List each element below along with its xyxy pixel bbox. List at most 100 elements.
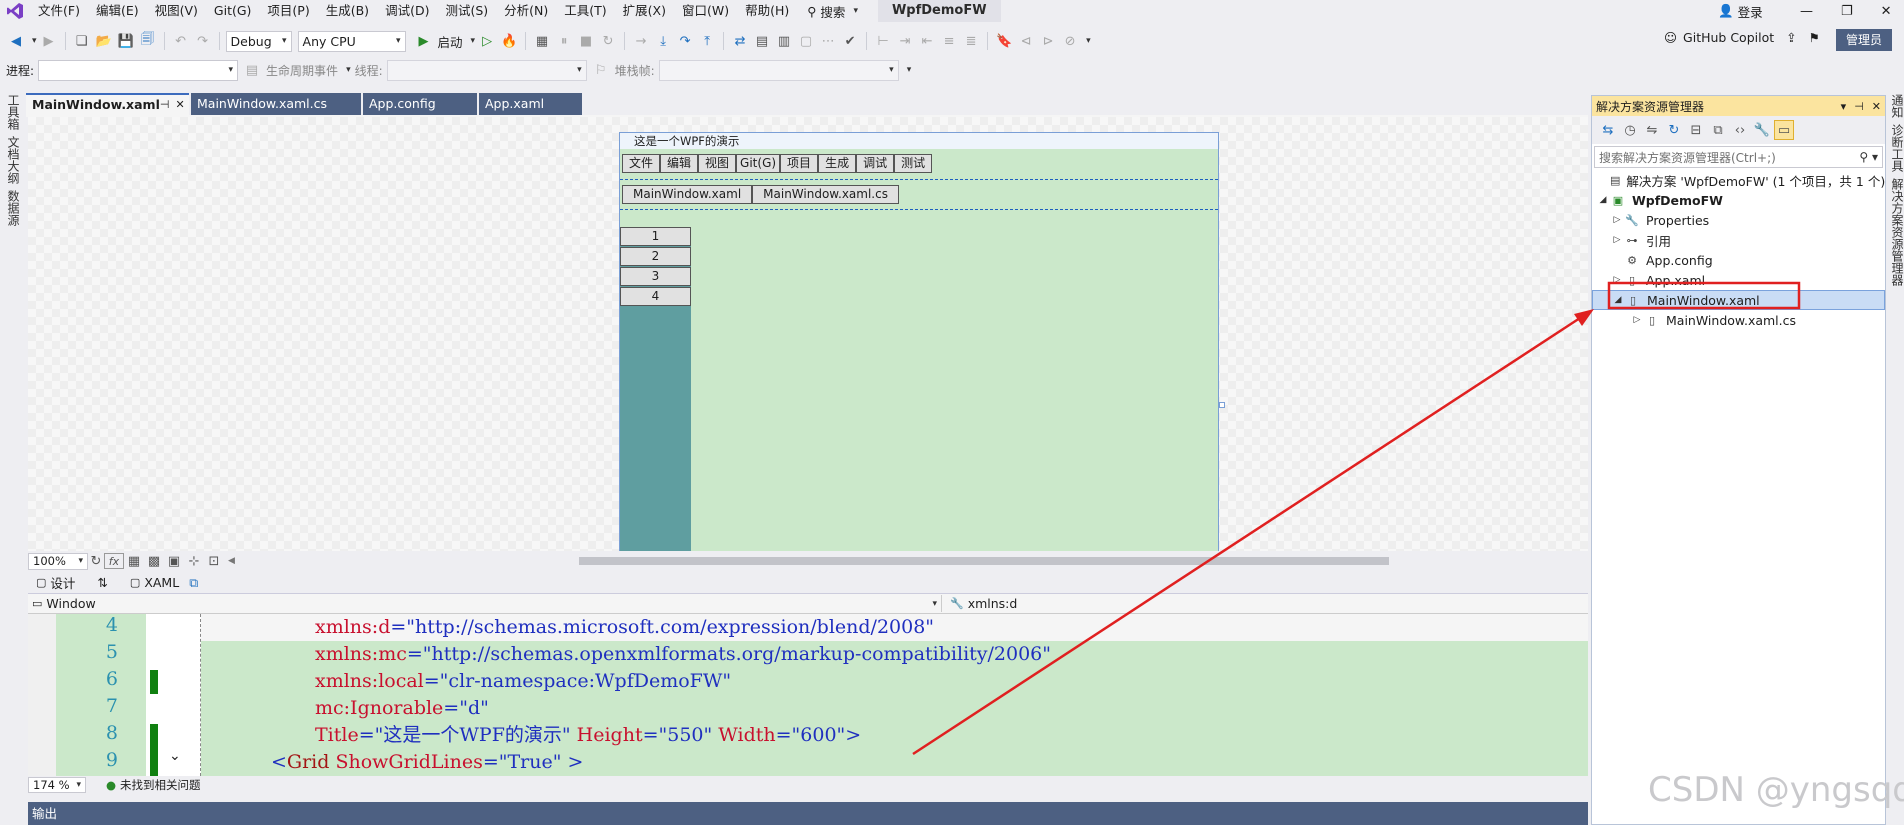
collapse-icon[interactable]: ⌄ — [169, 748, 181, 764]
chevron-down-icon[interactable]: ▾ — [1086, 36, 1091, 46]
properties-icon[interactable]: 🔧 — [1752, 120, 1772, 140]
minimize-icon[interactable]: — — [1800, 4, 1813, 19]
lifecycle-events-label[interactable]: 生命周期事件 — [266, 62, 338, 79]
effects-icon[interactable]: fx — [104, 553, 124, 569]
search-button[interactable]: ⚲ 搜索 ▾ — [797, 2, 868, 21]
spell-check-icon[interactable]: ✔ — [840, 31, 860, 51]
design-tab[interactable]: ▢ 设计 — [36, 573, 75, 592]
tree-item-properties[interactable]: ▷ 🔧 Properties — [1592, 210, 1885, 230]
menu-test[interactable]: 测试(S) — [437, 0, 496, 22]
forward-icon[interactable]: ▶ — [39, 31, 59, 51]
xaml-code-editor[interactable]: 4 5 6 7 8 9 ⌄ xmlns:d="http://schemas.mi… — [28, 614, 1588, 776]
tab-app-xaml[interactable]: App.xaml — [479, 93, 582, 115]
back-icon[interactable]: ◀ — [6, 31, 26, 51]
horizontal-scrollbar[interactable] — [579, 557, 1389, 565]
step-over-icon[interactable]: ↷ — [675, 31, 695, 51]
collapsed-triangle-icon[interactable]: ▷ — [1610, 235, 1624, 245]
copilot-button[interactable]: ☺ GitHub Copilot ⇪ ⚑ — [1664, 30, 1820, 45]
xaml-tab[interactable]: ▢ XAML — [130, 575, 179, 590]
resize-handle[interactable] — [1219, 402, 1225, 408]
close-icon[interactable]: ✕ — [175, 94, 184, 116]
wpf-button-view[interactable]: 视图 — [698, 154, 737, 173]
undo-icon[interactable]: ↶ — [171, 31, 191, 51]
show-all-files-icon[interactable]: ⧉ — [1708, 120, 1728, 140]
notifications-tab[interactable]: 通知 — [1889, 94, 1904, 118]
diagnostic-icon[interactable]: ▥ — [774, 31, 794, 51]
wpf-button-git[interactable]: Git(G) — [736, 154, 781, 173]
menu-debug[interactable]: 调试(D) — [377, 0, 437, 22]
snap-grid-icon[interactable]: ▩ — [144, 551, 164, 571]
wpf-button-project[interactable]: 项目 — [780, 154, 819, 173]
swap-panes-icon[interactable]: ⇅ — [97, 575, 107, 590]
wpf-button-test[interactable]: 测试 — [894, 154, 933, 173]
tree-item-mainwindow-xaml-cs[interactable]: ▷ ▯ MainWindow.xaml.cs — [1592, 310, 1885, 330]
configuration-select[interactable]: Debug ▾ — [225, 30, 292, 52]
menu-tools[interactable]: 工具(T) — [556, 0, 614, 22]
menu-help[interactable]: 帮助(H) — [737, 0, 797, 22]
sync-icon[interactable]: ⇋ — [1642, 120, 1662, 140]
next-bookmark-icon[interactable]: ⊳ — [1038, 31, 1058, 51]
menu-edit[interactable]: 编辑(E) — [88, 0, 147, 22]
preview-icon[interactable]: ▭ — [1774, 120, 1794, 140]
member-select[interactable]: 🔧 xmlns:d — [946, 595, 1586, 612]
pause-icon[interactable]: ⏸ — [554, 31, 574, 51]
scroll-left-icon[interactable]: ◀ — [228, 556, 235, 566]
stop-icon[interactable]: ■ — [576, 31, 596, 51]
restart-icon[interactable]: ↻ — [598, 31, 618, 51]
stackframe-select[interactable]: ▾ — [658, 59, 899, 81]
output-panel-tab[interactable]: 输出 — [28, 802, 1588, 825]
view-code-icon[interactable]: ‹› — [1730, 120, 1750, 140]
tree-item-project[interactable]: ◢ ▣ WpfDemoFW — [1592, 190, 1885, 210]
save-all-icon[interactable]: 🗐 — [138, 31, 158, 51]
threads-icon[interactable]: ▤ — [752, 31, 772, 51]
prev-bookmark-icon[interactable]: ⊲ — [1016, 31, 1036, 51]
wpf-button-build[interactable]: 生成 — [818, 154, 857, 173]
wpf-tab-mainwindow-xaml[interactable]: MainWindow.xaml — [622, 185, 753, 204]
live-visual-tree-icon[interactable]: ▦ — [532, 31, 552, 51]
redo-icon[interactable]: ↷ — [193, 31, 213, 51]
new-project-icon[interactable]: ❏ — [72, 31, 92, 51]
hot-reload-icon[interactable]: 🔥 — [499, 31, 519, 51]
process-select[interactable]: ▾ — [38, 59, 239, 81]
tab-mainwindow-xaml[interactable]: MainWindow.xaml ⊣ ✕ — [26, 93, 189, 115]
designer-zoom-select[interactable]: 100% ▾ — [28, 552, 88, 570]
step-into-icon[interactable]: ⤓ — [653, 31, 673, 51]
tree-item-mainwindow-xaml[interactable]: ◢ ▯ MainWindow.xaml — [1592, 290, 1885, 310]
wpf-button-file[interactable]: 文件 — [622, 154, 661, 173]
refresh-icon[interactable]: ↻ — [1664, 120, 1684, 140]
close-icon[interactable]: ✕ — [1872, 100, 1881, 113]
menu-project[interactable]: 项目(P) — [259, 0, 317, 22]
diagnostic-tools-tab[interactable]: 诊断工具 — [1889, 124, 1904, 172]
align-icon[interactable]: ⊢ — [873, 31, 893, 51]
wpf-side-button-4[interactable]: 4 — [620, 287, 691, 306]
document-outline-tab[interactable]: 文档大纲 — [5, 136, 22, 184]
tab-app-config[interactable]: App.config — [363, 93, 477, 115]
start-without-debugging-icon[interactable]: ▷ — [477, 31, 497, 51]
switch-views-icon[interactable]: ⇆ — [1598, 120, 1618, 140]
menu-window[interactable]: 窗口(W) — [674, 0, 737, 22]
menu-git[interactable]: Git(G) — [206, 0, 260, 22]
menu-analyze[interactable]: 分析(N) — [496, 0, 556, 22]
feedback-icon[interactable]: ⚑ — [1809, 30, 1820, 45]
bookmark-icon[interactable]: 🔖 — [994, 31, 1014, 51]
popout-xaml-icon[interactable]: ⧉ — [189, 575, 198, 591]
collapsed-triangle-icon[interactable]: ▷ — [1630, 315, 1644, 325]
tab-mainwindow-xaml-cs[interactable]: MainWindow.xaml.cs — [191, 93, 361, 115]
tree-item-app-xaml[interactable]: ▷ ▯ App.xaml — [1592, 270, 1885, 290]
wpf-tab-mainwindow-xaml-cs[interactable]: MainWindow.xaml.cs — [752, 185, 899, 204]
chevron-down-icon[interactable]: ▾ — [1841, 100, 1847, 113]
chevron-down-icon[interactable]: ▾ — [346, 65, 351, 75]
wpf-window-preview[interactable]: 这是一个WPF的演示 文件 编辑 视图 Git(G) 项目 生成 调试 测试 M… — [619, 132, 1219, 552]
expanded-triangle-icon[interactable]: ◢ — [1611, 295, 1625, 305]
outdent-icon[interactable]: ⇤ — [917, 31, 937, 51]
wpf-button-debug[interactable]: 调试 — [856, 154, 895, 173]
step-out-icon[interactable]: ⤒ — [697, 31, 717, 51]
clear-bookmarks-icon[interactable]: ⊘ — [1060, 31, 1080, 51]
comment-icon[interactable]: ≡ — [939, 31, 959, 51]
collapse-all-icon[interactable]: ⊟ — [1686, 120, 1706, 140]
pin-icon[interactable]: ⊣ — [1854, 100, 1864, 113]
uncomment-icon[interactable]: ≣ — [961, 31, 981, 51]
wpf-side-button-2[interactable]: 2 — [620, 247, 691, 266]
tree-item-app-config[interactable]: ⚙ App.config — [1592, 250, 1885, 270]
collapsed-triangle-icon[interactable]: ▷ — [1610, 275, 1624, 285]
